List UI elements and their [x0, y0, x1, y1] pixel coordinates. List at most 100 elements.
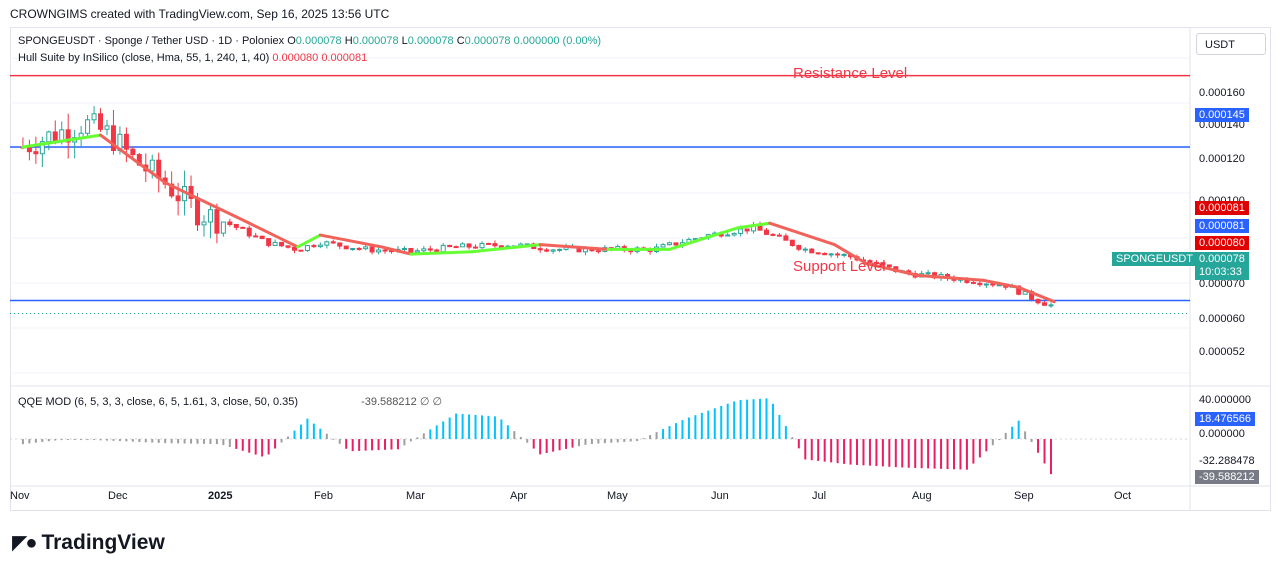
- qqe-legend: QQE MOD (6, 5, 3, 3, close, 6, 5, 1.61, …: [18, 395, 442, 408]
- qqe-bar: [371, 439, 374, 451]
- resistance-annotation: Resistance Level: [793, 65, 908, 82]
- candle-body: [796, 245, 802, 250]
- qqe-last-badge: -39.588212: [1195, 470, 1259, 484]
- qqe-bar: [519, 436, 522, 440]
- qqe-bar: [358, 439, 361, 451]
- qqe-bar: [468, 414, 471, 440]
- candle-body: [841, 253, 847, 256]
- qqe-bar: [493, 416, 496, 440]
- hull-segment: [99, 133, 167, 185]
- qqe-bar: [513, 431, 516, 440]
- qqe-bar: [577, 439, 580, 447]
- time-tick: Feb: [314, 490, 333, 502]
- candle-body: [440, 244, 446, 253]
- close-value: 0.000078: [464, 35, 511, 47]
- tradingview-logo-icon: ◤●: [12, 532, 38, 554]
- low-value: 0.000078: [407, 35, 454, 47]
- qqe-bar: [21, 439, 24, 445]
- candle-body: [123, 133, 129, 150]
- qqe-bar: [474, 414, 477, 440]
- qqe-bar: [804, 439, 807, 460]
- qqe-bar: [584, 439, 587, 445]
- qqe-bar: [752, 399, 755, 440]
- candle-body: [240, 226, 246, 229]
- qqe-bar: [164, 439, 167, 444]
- time-tick: May: [607, 490, 628, 502]
- candle-body: [479, 242, 485, 249]
- qqe-tick: -32.288478: [1199, 455, 1255, 467]
- qqe-bar: [118, 439, 121, 442]
- chart-canvas[interactable]: [0, 0, 1281, 571]
- qqe-bar: [1030, 439, 1033, 443]
- qqe-bar: [778, 414, 781, 440]
- qqe-bar: [1017, 420, 1020, 440]
- currency-selector[interactable]: USDT: [1196, 33, 1266, 55]
- qqe-bar: [720, 405, 723, 440]
- qqe-bar: [306, 418, 309, 440]
- candle-body: [98, 113, 104, 130]
- qqe-bar: [86, 439, 89, 441]
- candle-body: [175, 195, 181, 202]
- qqe-bar: [991, 439, 994, 446]
- candle-body: [401, 247, 407, 250]
- candle-body: [990, 283, 996, 286]
- qqe-value-3: ∅: [432, 396, 443, 408]
- candle-body: [667, 242, 673, 246]
- candle-body: [453, 246, 459, 249]
- qqe-bar: [396, 439, 399, 450]
- qqe-bar: [183, 439, 186, 444]
- qqe-bar: [616, 439, 619, 443]
- qqe-bar: [590, 439, 593, 444]
- qqe-bar: [526, 439, 529, 443]
- price-tick: 0.000120: [1199, 153, 1245, 165]
- candle-body: [421, 248, 427, 252]
- candle-body: [557, 248, 563, 251]
- qqe-bar: [228, 439, 231, 448]
- hull-name: Hull Suite by InSilico (close, Hma, 55, …: [18, 52, 270, 64]
- candle-body: [763, 229, 769, 235]
- price-tick: 0.000052: [1199, 346, 1245, 358]
- qqe-bar: [177, 439, 180, 444]
- qqe-bar: [784, 426, 787, 440]
- qqe-bar: [325, 433, 328, 440]
- qqe-bar: [448, 417, 451, 440]
- symbol-badge: SPONGEUSDT: [1112, 252, 1198, 266]
- qqe-bar: [67, 439, 70, 441]
- qqe-bar: [901, 439, 904, 468]
- candle-body: [214, 209, 220, 234]
- candle-body: [776, 234, 782, 237]
- candle-body: [298, 249, 304, 252]
- qqe-bar: [429, 429, 432, 440]
- candle-body: [983, 283, 989, 286]
- candle-body: [544, 249, 550, 252]
- change-value: 0.000000 (0.00%): [513, 35, 602, 47]
- qqe-bar: [914, 439, 917, 468]
- candle-body: [466, 243, 472, 248]
- high-value: 0.000078: [352, 35, 399, 47]
- qqe-tick: 0.000000: [1199, 428, 1245, 440]
- candle-body: [317, 244, 323, 248]
- qqe-bar: [933, 439, 936, 469]
- candle-body: [835, 253, 841, 256]
- qqe-bar: [927, 439, 930, 469]
- qqe-bar: [894, 439, 897, 468]
- qqe-bar: [299, 424, 302, 440]
- qqe-bar: [636, 439, 639, 442]
- hull-segment: [668, 226, 739, 251]
- qqe-bar: [34, 439, 37, 443]
- hull-segment: [318, 233, 384, 249]
- qqe-bar: [552, 439, 555, 452]
- time-tick: Apr: [510, 490, 528, 502]
- candle-body: [207, 209, 213, 223]
- qqe-bar: [442, 421, 445, 440]
- qqe-bar: [946, 439, 949, 470]
- qqe-bar: [235, 439, 238, 449]
- qqe-bar: [455, 413, 458, 440]
- qqe-bar: [920, 439, 923, 469]
- candle-body: [485, 242, 491, 245]
- qqe-bar: [28, 439, 31, 444]
- qqe-bar: [287, 436, 290, 440]
- candle-body: [201, 221, 207, 226]
- candle-body: [537, 248, 543, 251]
- qqe-bar: [1024, 431, 1027, 440]
